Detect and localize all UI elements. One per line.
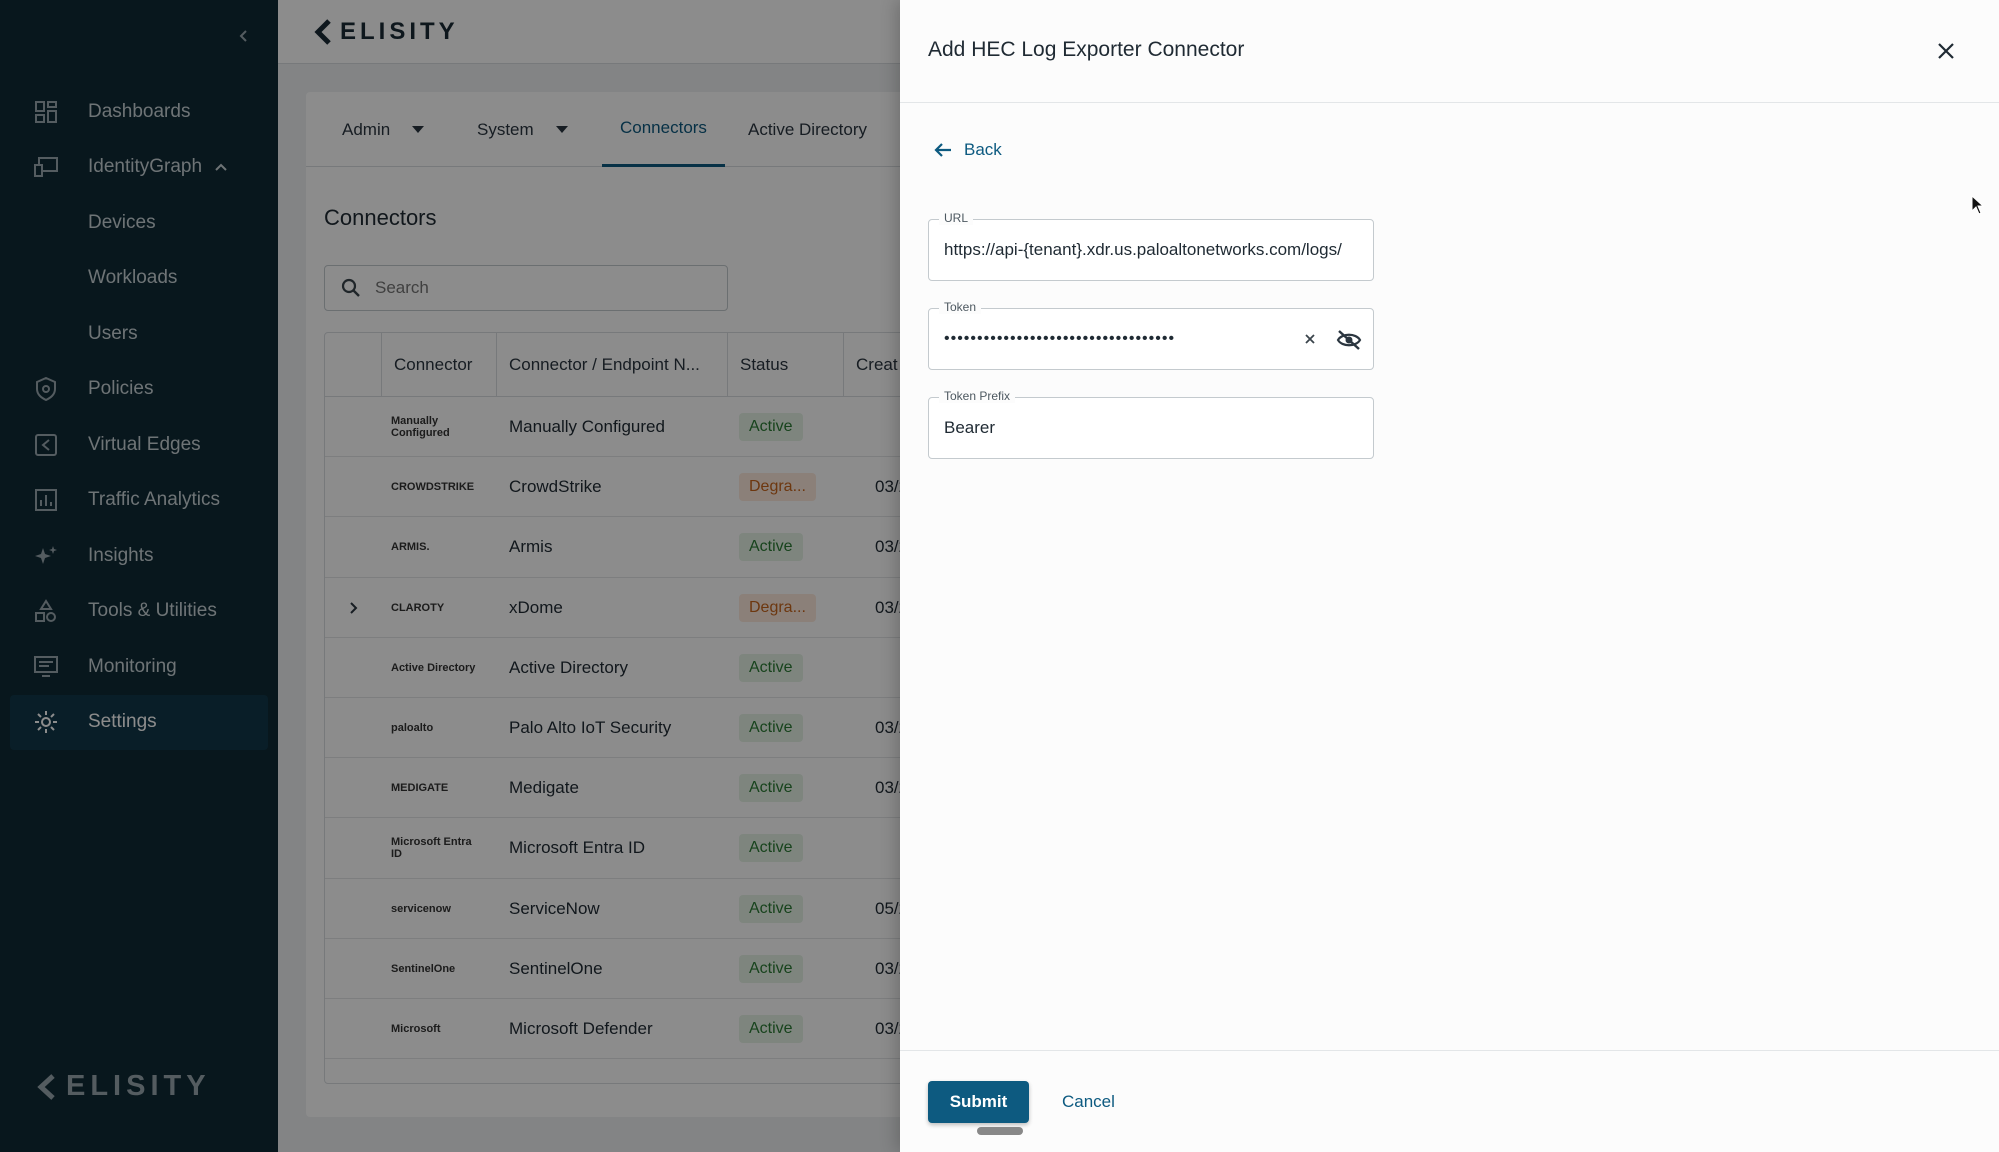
close-button[interactable]: [1933, 38, 1959, 64]
clear-icon: [1305, 334, 1315, 344]
token-input[interactable]: •••••••••••••••••••••••••••••••••••: [944, 309, 1175, 369]
close-icon: [1938, 43, 1954, 59]
token-prefix-input[interactable]: Bearer: [944, 398, 995, 458]
cursor-icon: [1971, 194, 1985, 215]
clear-token-button[interactable]: [1299, 328, 1321, 350]
add-connector-drawer: Add HEC Log Exporter Connector Back URL …: [900, 0, 1999, 1152]
token-prefix-field[interactable]: Token Prefix Bearer: [928, 389, 1374, 459]
url-field[interactable]: URL https://api-{tenant}.xdr.us.paloalto…: [928, 211, 1374, 281]
arrow-left-icon: [934, 143, 951, 157]
cancel-button[interactable]: Cancel: [1040, 1081, 1137, 1123]
back-label: Back: [964, 140, 1002, 159]
token-field[interactable]: Token ••••••••••••••••••••••••••••••••••…: [928, 300, 1374, 370]
back-link[interactable]: Back: [934, 140, 1002, 160]
toggle-visibility-button[interactable]: [1335, 326, 1363, 354]
drawer-header: Add HEC Log Exporter Connector: [900, 0, 1999, 103]
url-input[interactable]: https://api-{tenant}.xdr.us.paloaltonetw…: [944, 220, 1342, 280]
horizontal-scrollbar[interactable]: [977, 1127, 1023, 1135]
eye-off-icon: [1336, 330, 1362, 350]
drawer-footer: Submit Cancel: [900, 1050, 1999, 1152]
mouse-cursor: [1971, 194, 1985, 220]
submit-button[interactable]: Submit: [928, 1081, 1029, 1123]
drawer-title: Add HEC Log Exporter Connector: [928, 38, 1245, 61]
